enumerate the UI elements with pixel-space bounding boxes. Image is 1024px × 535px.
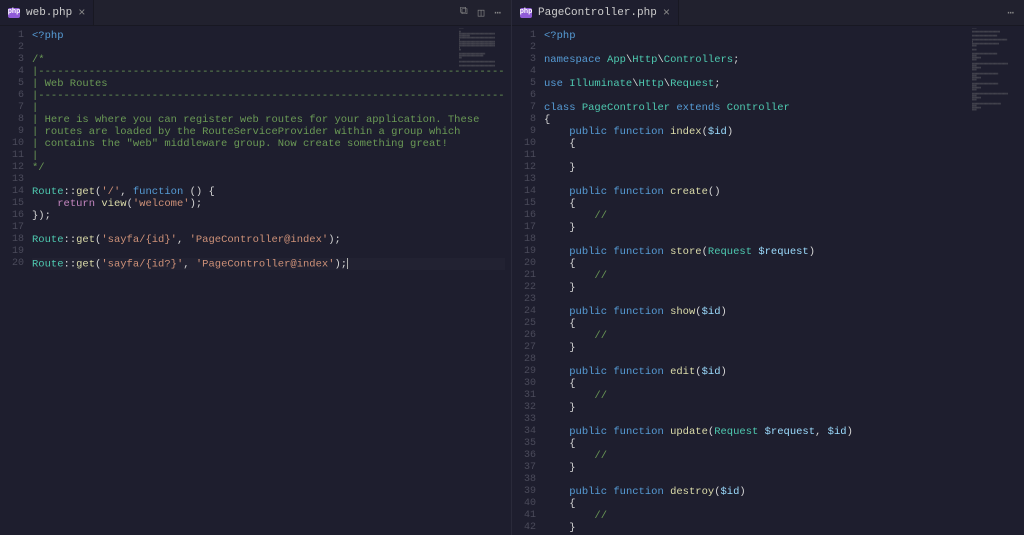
tab-web-php[interactable]: php web.php × xyxy=(0,0,94,25)
more-actions-icon[interactable]: ⋯ xyxy=(494,6,501,20)
editor-pane-right: php PageController.php × ⋯ 1234567891011… xyxy=(512,0,1024,535)
tabbar-left: php web.php × ⧉ ◫ ⋯ xyxy=(0,0,511,26)
code-area-right[interactable]: <?php namespace App\Http\Controllers; us… xyxy=(544,26,1024,535)
tab-actions-right: ⋯ xyxy=(1007,6,1024,20)
php-file-icon: php xyxy=(8,7,20,19)
close-icon[interactable]: × xyxy=(78,6,85,20)
split-editor-icon[interactable]: ◫ xyxy=(478,6,485,20)
line-gutter-left: 1234567891011121314151617181920 xyxy=(0,26,32,535)
tab-label: web.php xyxy=(26,7,72,19)
open-changes-icon[interactable]: ⧉ xyxy=(460,6,468,20)
tab-pagecontroller-php[interactable]: php PageController.php × xyxy=(512,0,679,25)
php-file-icon: php xyxy=(520,7,532,19)
editor-body-left[interactable]: 1234567891011121314151617181920 <?php /*… xyxy=(0,26,511,535)
code-area-left[interactable]: <?php /*|-------------------------------… xyxy=(32,26,511,535)
editor-pane-left: php web.php × ⧉ ◫ ⋯ 12345678910111213141… xyxy=(0,0,512,535)
close-icon[interactable]: × xyxy=(663,6,670,20)
tabbar-right: php PageController.php × ⋯ xyxy=(512,0,1024,26)
line-gutter-right: 1234567891011121314151617181920212223242… xyxy=(512,26,544,535)
tab-label: PageController.php xyxy=(538,7,657,19)
editor-body-right[interactable]: 1234567891011121314151617181920212223242… xyxy=(512,26,1024,535)
tab-actions-left: ⧉ ◫ ⋯ xyxy=(460,6,511,20)
more-actions-icon[interactable]: ⋯ xyxy=(1007,6,1014,20)
